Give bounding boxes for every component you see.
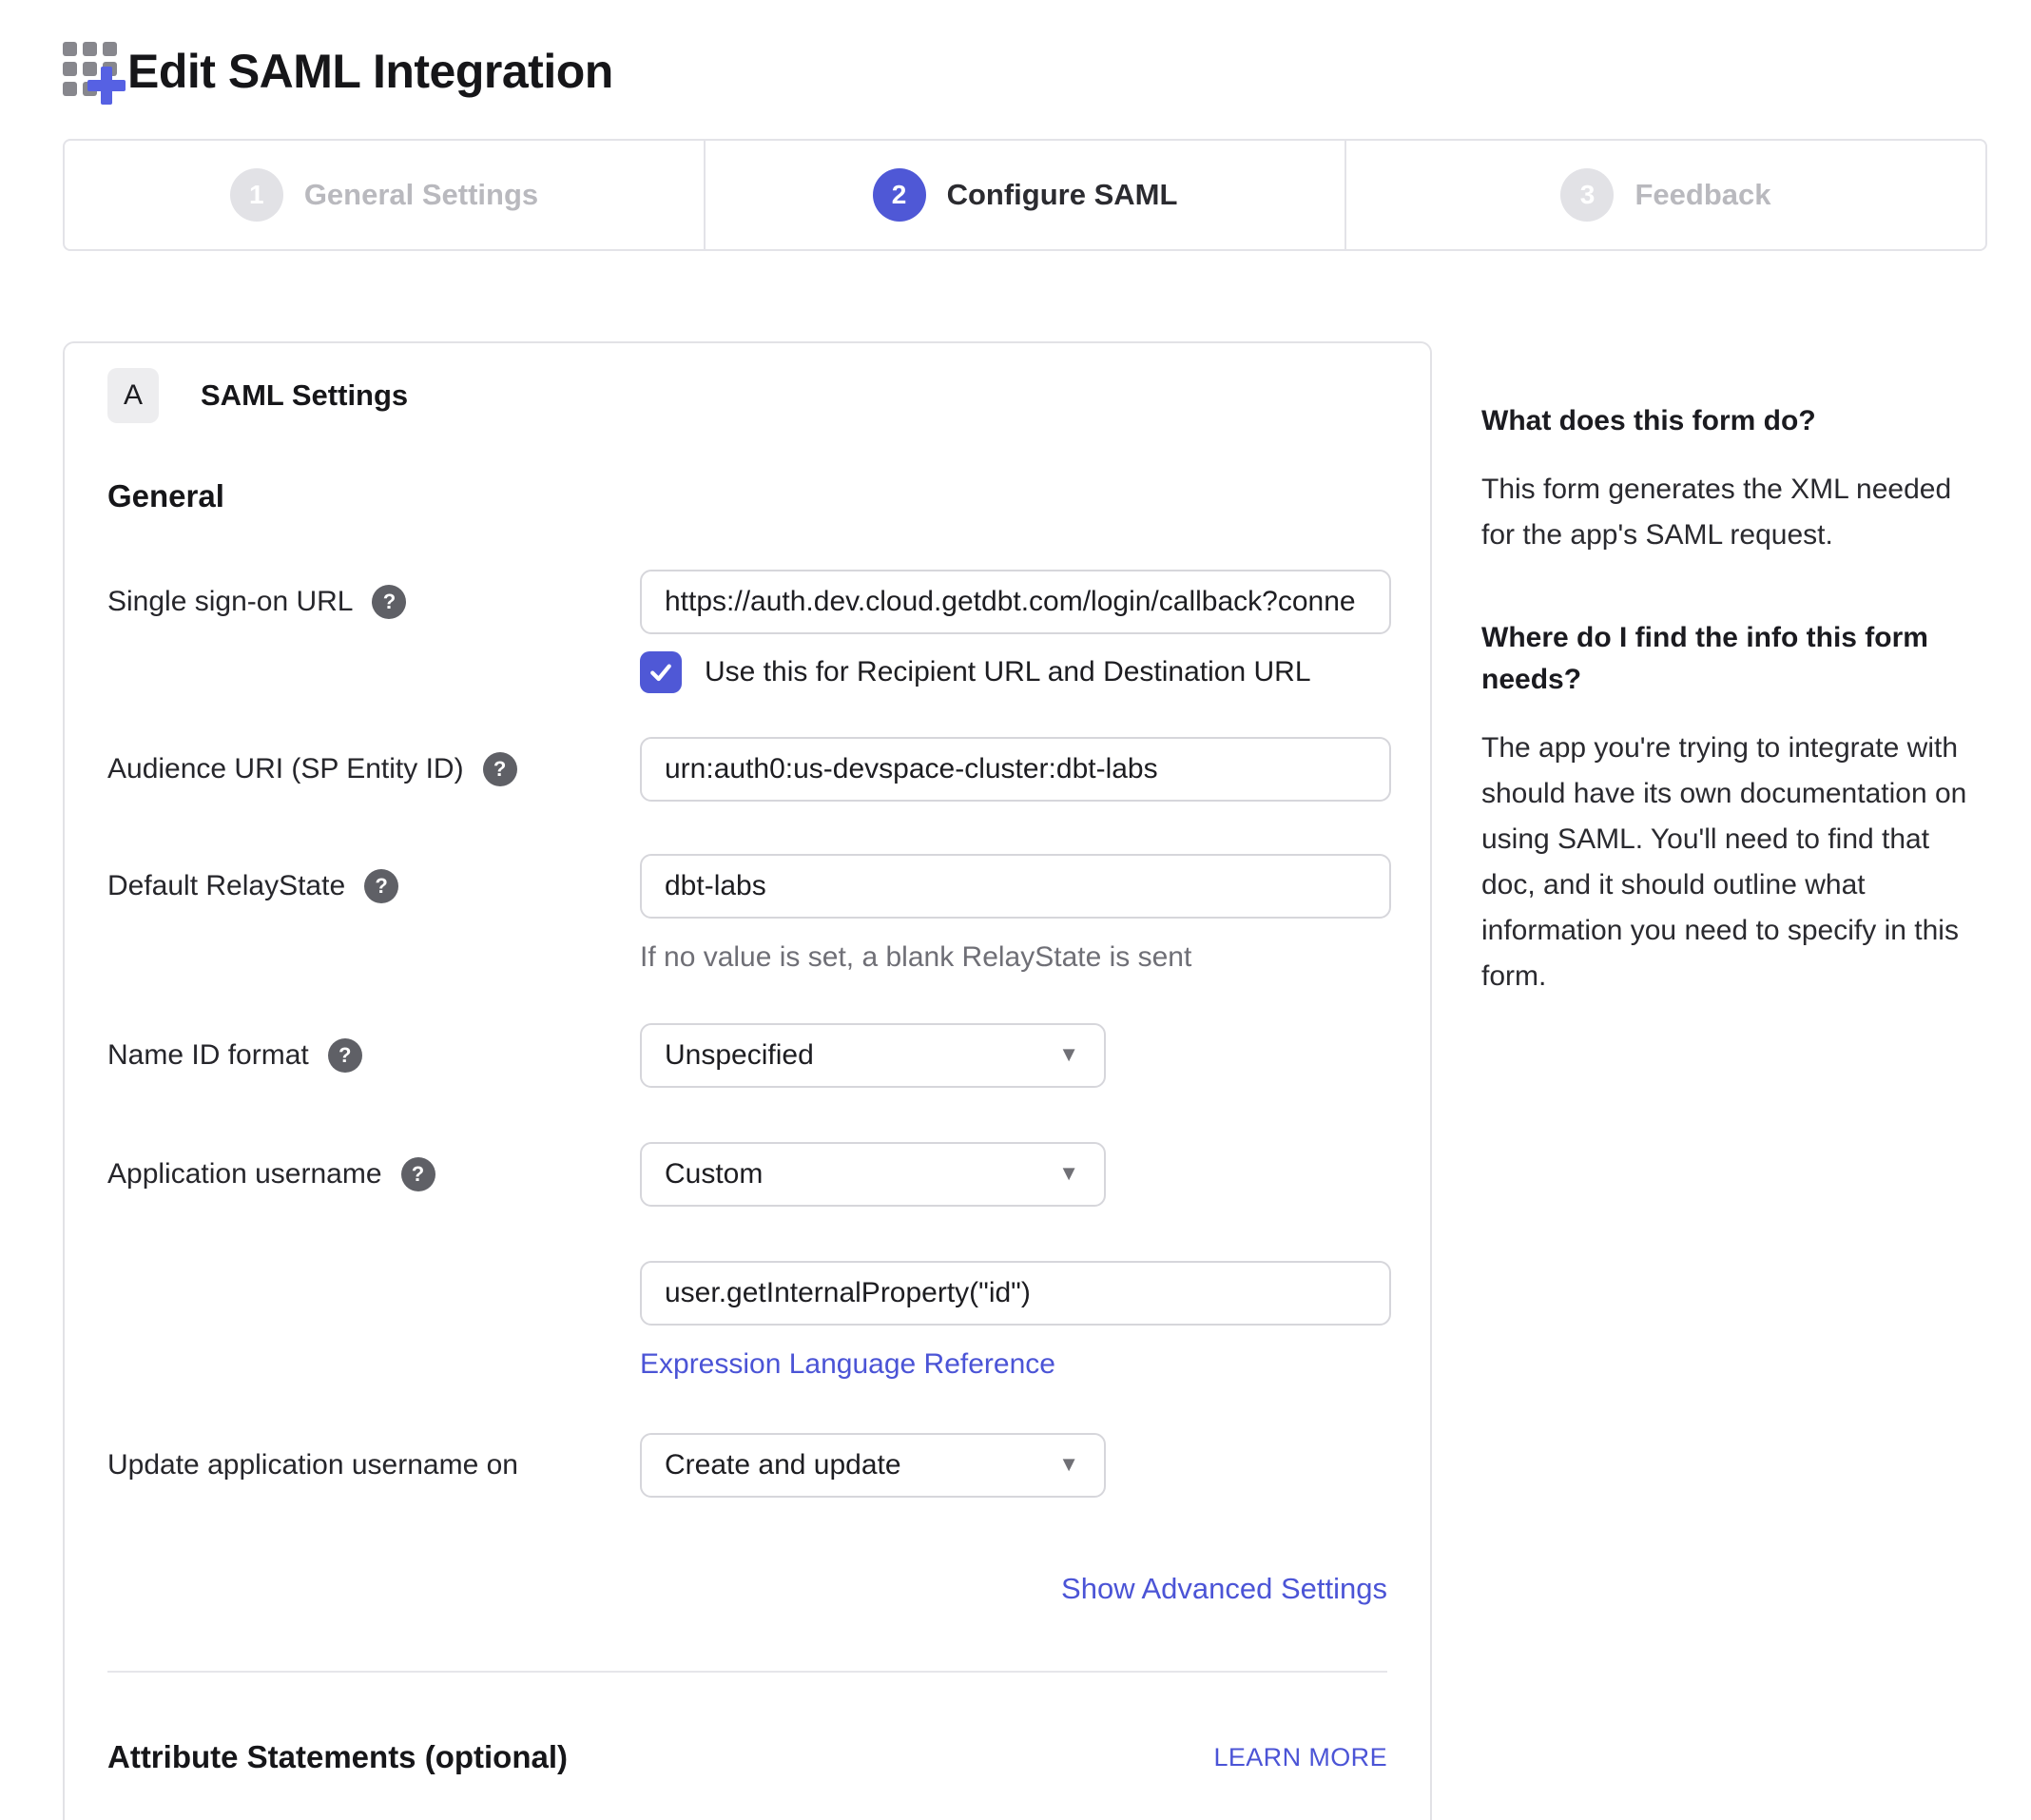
sidebar-section-where: Where do I find the info this form needs… — [1481, 617, 1985, 999]
section-title: SAML Settings — [201, 378, 408, 413]
help-icon[interactable] — [483, 752, 517, 786]
field-row-app-username: Application username Custom — [107, 1142, 1387, 1207]
sso-label: Single sign-on URL — [107, 570, 640, 634]
update-username-select[interactable]: Create and update — [640, 1433, 1106, 1498]
chevron-down-icon — [1058, 1452, 1079, 1477]
help-icon[interactable] — [328, 1038, 362, 1073]
attribute-statements-heading: Attribute Statements (optional) — [107, 1739, 568, 1775]
step-label: Configure SAML — [947, 178, 1178, 212]
field-row-relaystate: Default RelayState If no value is set, a… — [107, 854, 1387, 974]
saml-settings-card: A SAML Settings General Single sign-on U… — [63, 341, 1432, 1820]
step-number-badge: 1 — [230, 168, 283, 222]
show-advanced-settings-link[interactable]: Show Advanced Settings — [1061, 1572, 1387, 1605]
audience-uri-input[interactable] — [640, 737, 1391, 802]
chevron-down-icon — [1058, 1161, 1079, 1186]
wizard-step-feedback[interactable]: 3 Feedback — [1344, 141, 1985, 249]
sidebar-heading: Where do I find the info this form needs… — [1481, 617, 1985, 701]
sso-url-input[interactable] — [640, 570, 1391, 634]
section-badge: A — [107, 368, 159, 423]
app-username-select[interactable]: Custom — [640, 1142, 1106, 1207]
sso-recipient-row: Use this for Recipient URL and Destinati… — [640, 651, 1387, 693]
field-row-sso: Single sign-on URL — [107, 570, 1387, 634]
chevron-down-icon — [1058, 1042, 1079, 1067]
help-sidebar: What does this form do? This form genera… — [1481, 400, 1985, 999]
sidebar-body: This form generates the XML needed for t… — [1481, 467, 1985, 558]
recipient-url-checkbox[interactable] — [640, 651, 682, 693]
sidebar-body: The app you're trying to integrate with … — [1481, 726, 1985, 999]
learn-more-link[interactable]: LEARN MORE — [1213, 1743, 1387, 1772]
relaystate-input[interactable] — [640, 854, 1391, 919]
field-row-update-username: Update application username on Create an… — [107, 1433, 1387, 1498]
wizard-step-configure-saml[interactable]: 2 Configure SAML — [704, 141, 1344, 249]
sidebar-heading: What does this form do? — [1481, 400, 1985, 442]
expression-language-reference-link[interactable]: Expression Language Reference — [640, 1348, 1055, 1380]
general-heading: General — [107, 478, 1387, 514]
sidebar-section-what: What does this form do? This form genera… — [1481, 400, 1985, 558]
step-number-badge: 3 — [1560, 168, 1614, 222]
audience-label: Audience URI (SP Entity ID) — [107, 737, 640, 802]
section-divider — [107, 1671, 1387, 1673]
wizard-steps: 1 General Settings 2 Configure SAML 3 Fe… — [63, 139, 1987, 251]
plus-icon — [87, 67, 126, 105]
relaystate-hint: If no value is set, a blank RelayState i… — [640, 941, 1391, 974]
help-icon[interactable] — [401, 1157, 435, 1191]
nameid-label: Name ID format — [107, 1023, 640, 1088]
field-row-nameid: Name ID format Unspecified — [107, 1023, 1387, 1088]
custom-expression-input[interactable] — [640, 1261, 1391, 1326]
page-title: Edit SAML Integration — [127, 44, 613, 99]
update-username-label: Update application username on — [107, 1433, 640, 1498]
checkmark-icon — [648, 659, 674, 686]
relaystate-label: Default RelayState — [107, 854, 640, 919]
app-grid-plus-icon — [63, 42, 122, 101]
step-number-badge: 2 — [873, 168, 926, 222]
step-label: General Settings — [304, 178, 538, 212]
nameid-format-select[interactable]: Unspecified — [640, 1023, 1106, 1088]
help-icon[interactable] — [364, 869, 398, 903]
wizard-step-general-settings[interactable]: 1 General Settings — [65, 141, 704, 249]
step-label: Feedback — [1634, 178, 1770, 212]
recipient-url-checkbox-label[interactable]: Use this for Recipient URL and Destinati… — [705, 656, 1311, 688]
page-header: Edit SAML Integration — [63, 42, 1987, 101]
edit-saml-integration-page: Edit SAML Integration 1 General Settings… — [0, 0, 2031, 1820]
app-username-label: Application username — [107, 1142, 640, 1207]
field-row-audience: Audience URI (SP Entity ID) — [107, 737, 1387, 802]
help-icon[interactable] — [372, 585, 406, 619]
